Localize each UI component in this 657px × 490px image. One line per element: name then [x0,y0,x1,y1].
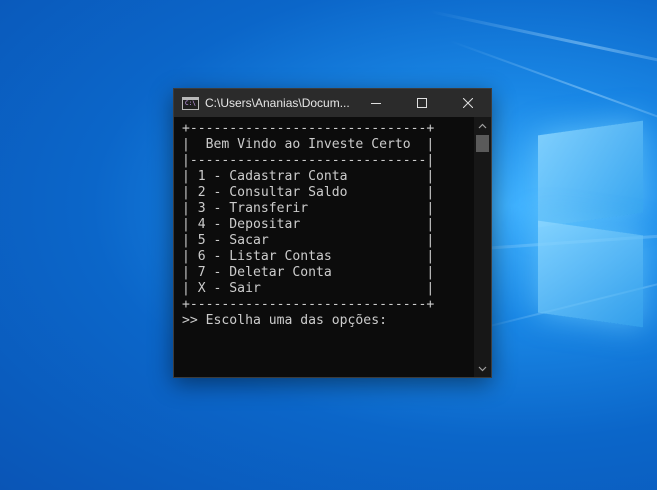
menu-option-exit: | X - Sair | [182,281,435,296]
menu-option-7: | 7 - Deletar Conta | [182,265,435,280]
menu-border-top: +------------------------------+ [182,121,435,136]
scroll-up-button[interactable] [474,118,491,133]
menu-option-3: | 3 - Transferir | [182,201,435,216]
close-icon [463,98,473,108]
minimize-icon [371,103,381,104]
menu-option-2: | 2 - Consultar Saldo | [182,185,435,200]
console-app-icon[interactable]: C:\ [182,96,199,110]
window-controls [353,89,491,117]
vertical-scrollbar[interactable] [474,117,491,377]
windows-logo-pane [538,120,643,228]
chevron-down-icon [478,366,487,371]
maximize-icon [417,98,427,108]
menu-border-bottom: +------------------------------+ [182,297,435,312]
console-output[interactable]: +------------------------------+ | Bem Vi… [174,117,473,377]
console-window[interactable]: C:\ C:\Users\Ananias\Docum... +---------… [173,88,492,378]
console-text: +------------------------------+ | Bem Vi… [182,121,434,329]
menu-title: | Bem Vindo ao Investe Certo | [182,137,435,152]
close-button[interactable] [445,89,491,117]
menu-option-6: | 6 - Listar Contas | [182,249,435,264]
maximize-button[interactable] [399,89,445,117]
menu-option-1: | 1 - Cadastrar Conta | [182,169,435,184]
menu-option-5: | 5 - Sacar | [182,233,435,248]
chevron-up-icon [478,123,487,128]
windows-logo-pane [538,220,643,328]
input-prompt[interactable]: >> Escolha uma das opções: [182,313,434,329]
scroll-down-button[interactable] [474,361,491,376]
scroll-thumb[interactable] [476,135,489,152]
minimize-button[interactable] [353,89,399,117]
menu-divider: |------------------------------| [182,153,435,168]
menu-option-4: | 4 - Depositar | [182,217,435,232]
window-title: C:\Users\Ananias\Docum... [205,96,350,110]
title-bar[interactable]: C:\ C:\Users\Ananias\Docum... [174,89,491,117]
